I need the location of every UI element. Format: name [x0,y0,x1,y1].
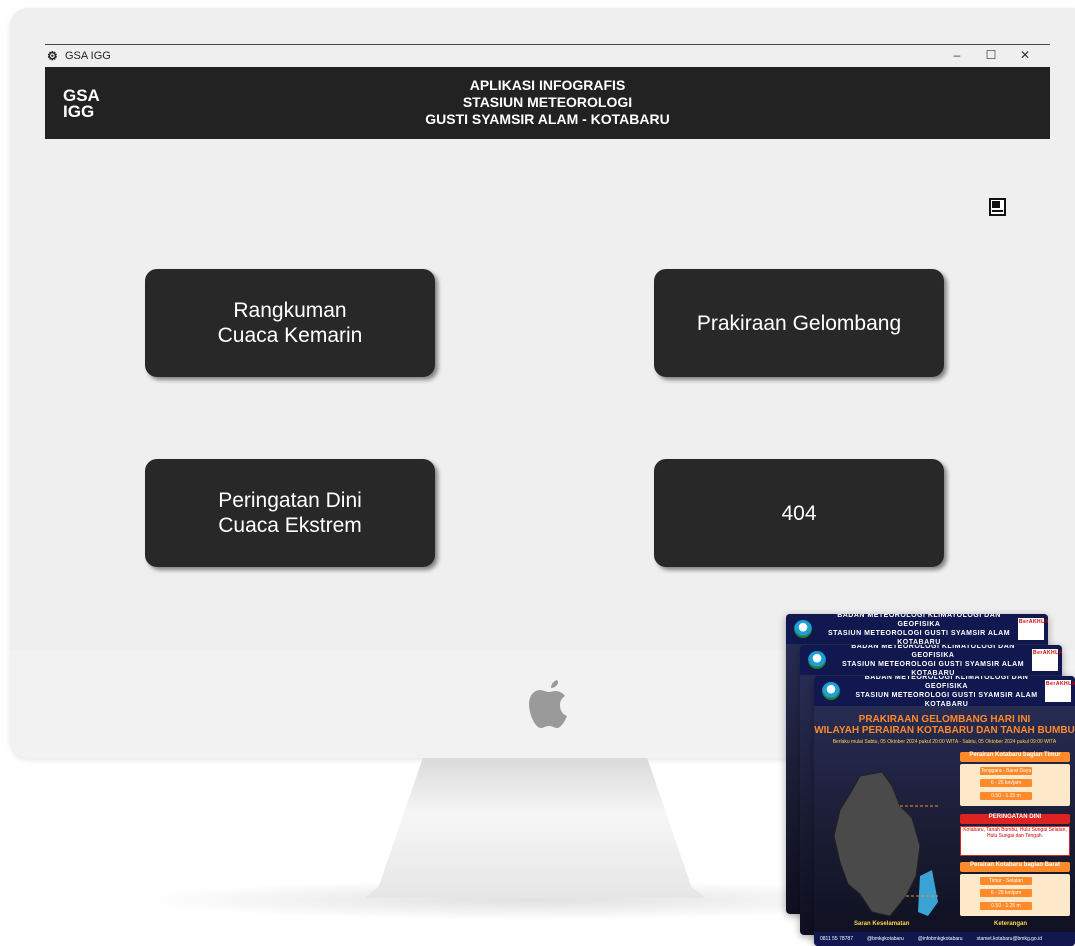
bmkg-logo-icon [822,682,840,700]
apple-logo-icon [529,680,567,728]
window-controls: – ☐ ✕ [940,48,1042,62]
poster-title-line1: PRAKIRAAN GELOMBANG HARI INI [858,714,1031,725]
poster-org-line1: BADAN METEOROLOGI KLIMATOLOGI DAN GEOFIS… [837,614,1001,628]
app-icon: ⚙ [47,49,58,63]
poster-org: BADAN METEOROLOGI KLIMATOLOGI DAN GEOFIS… [834,645,1032,678]
heading-line-2: STASIUN METEOROLOGI [462,94,633,110]
poster-title-line2: WILAYAH PERAIRAN KOTABARU DAN TANAH BUMB… [814,725,1075,736]
app-window: ⚙ GSA IGG – ☐ ✕ GSA IGG APLIKASI INFOGRA… [45,44,1050,615]
app-header: GSA IGG APLIKASI INFOGRAFIS STASIUN METE… [45,67,1050,139]
poster-header: BADAN METEOROLOGI KLIMATOLOGI DAN GEOFIS… [814,676,1075,709]
bmkg-logo-icon [808,651,826,669]
timur-direction: Tenggara - Barat Daya [980,767,1032,775]
poster-org-line2: STASIUN METEOROLOGI GUSTI SYAMSIR ALAM K… [855,692,1038,708]
page-404-button[interactable]: 404 [654,459,944,567]
bmkg-logo-icon [794,620,812,638]
barat-card: Timur - Selatan 6 - 28 km/jam 0.50 - 1.2… [960,874,1070,916]
poster-footer: 0811 55 78787 @bmkgkotabaru @infobmkgkot… [814,932,1075,946]
poster-title: PRAKIRAAN GELOMBANG HARI INI WILAYAH PER… [814,714,1075,736]
monitor-stand [365,758,705,898]
twitter-text: @bmkgkotabaru [867,936,904,942]
close-button[interactable]: ✕ [1008,48,1042,62]
facebook-text: @infobmkgkotabaru [917,936,963,942]
keterangan-title: Keterangan [994,921,1028,927]
poster-org: BADAN METEOROLOGI KLIMATOLOGI DAN GEOFIS… [848,676,1045,709]
maximize-button[interactable]: ☐ [974,48,1008,62]
saran-title: Saran Keselamatan [854,921,910,927]
title-bar: ⚙ GSA IGG – ☐ ✕ [45,45,1050,67]
barat-speed: 6 - 28 km/jam [980,889,1032,897]
warning-title: PERINGATAN DINI [960,814,1070,824]
poster-front: BADAN METEOROLOGI KLIMATOLOGI DAN GEOFIS… [814,676,1075,946]
window-title: GSA IGG [65,50,111,62]
barat-wave: 0.50 - 1.25 m [980,902,1032,910]
prakiraan-gelombang-button[interactable]: Prakiraan Gelombang [654,269,944,377]
barat-direction: Timur - Selatan [980,877,1032,885]
heading-line-1: APLIKASI INFOGRAFIS [469,77,626,93]
warning-text: Kotabaru, Tanah Bumbu, Hulu Sungai Selat… [960,826,1070,856]
poster-org-line1: BADAN METEOROLOGI KLIMATOLOGI DAN GEOFIS… [864,676,1029,690]
timur-section-title: Perairan Kotabaru bagian Timur [960,752,1070,762]
peringatan-dini-button[interactable]: Peringatan Dini Cuaca Ekstrem [145,459,435,567]
poster-validity: Berlaku mulai Sabtu, 05 Oktober 2024 puk… [832,739,1057,745]
document-icon[interactable] [989,198,1007,216]
timur-speed: 6 - 25 km/jam [980,779,1032,787]
rangkuman-cuaca-button[interactable]: Rangkuman Cuaca Kemarin [145,269,435,377]
poster-org-line1: BADAN METEOROLOGI KLIMATOLOGI DAN GEOFIS… [851,645,1015,659]
barat-section-title: Perairan Kotabaru bagian Barat [960,862,1070,872]
timur-wave: 0.50 - 1.25 m [980,792,1032,800]
berakhlak-badge: BerAKHLAK [1018,618,1048,640]
timur-card: Tenggara - Barat Daya 6 - 25 km/jam 0.50… [960,764,1070,806]
email-text: stamet.kotabaru@bmkg.go.id [976,936,1042,942]
phone-text: 0811 55 78787 [820,936,853,942]
minimize-button[interactable]: – [940,48,974,62]
region-map [833,771,938,917]
app-heading: APLIKASI INFOGRAFIS STASIUN METEOROLOGI … [45,77,1050,128]
heading-line-3: GUSTI SYAMSIR ALAM - KOTABARU [425,111,670,127]
poster-header: BADAN METEOROLOGI KLIMATOLOGI DAN GEOFIS… [800,645,1062,678]
berakhlak-badge: BerAKHLAK [1045,680,1075,702]
berakhlak-badge: BerAKHLAK [1032,649,1062,671]
poster-org: BADAN METEOROLOGI KLIMATOLOGI DAN GEOFIS… [820,614,1018,647]
poster-header: BADAN METEOROLOGI KLIMATOLOGI DAN GEOFIS… [786,614,1048,647]
